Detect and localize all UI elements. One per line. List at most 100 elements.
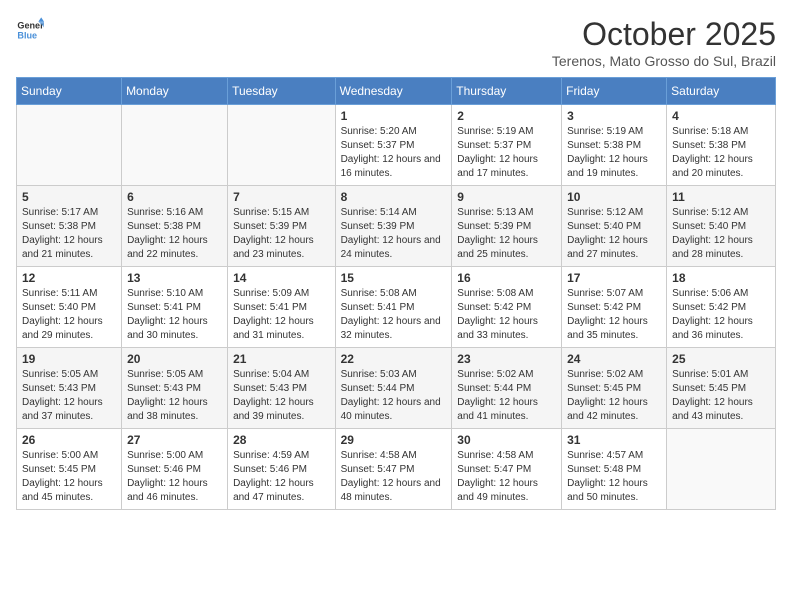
weekday-header-monday: Monday bbox=[122, 78, 228, 105]
day-number: 19 bbox=[22, 352, 116, 366]
weekday-header-thursday: Thursday bbox=[452, 78, 562, 105]
weekday-header-row: SundayMondayTuesdayWednesdayThursdayFrid… bbox=[17, 78, 776, 105]
logo: General Blue bbox=[16, 16, 44, 44]
calendar-cell: 6 Sunrise: 5:16 AMSunset: 5:38 PMDaylight… bbox=[122, 186, 228, 267]
day-number: 6 bbox=[127, 190, 222, 204]
day-info: Sunrise: 5:02 AMSunset: 5:44 PMDaylight:… bbox=[457, 368, 556, 424]
calendar-cell: 29 Sunrise: 4:58 AMSunset: 5:47 PMDayligh… bbox=[335, 429, 452, 510]
weekday-header-friday: Friday bbox=[562, 78, 667, 105]
calendar-cell: 20 Sunrise: 5:05 AMSunset: 5:43 PMDayligh… bbox=[122, 348, 228, 429]
calendar-cell: 4 Sunrise: 5:18 AMSunset: 5:38 PMDaylight… bbox=[667, 105, 776, 186]
weekday-header-sunday: Sunday bbox=[17, 78, 122, 105]
day-info: Sunrise: 5:04 AMSunset: 5:43 PMDaylight:… bbox=[233, 368, 330, 424]
calendar-cell: 8Sunrise: 5:14 AMSunset: 5:39 PMDaylight… bbox=[335, 186, 452, 267]
day-number: 11 bbox=[672, 190, 770, 204]
day-info: Sunrise: 5:20 AMSunset: 5:37 PMDaylight:… bbox=[341, 125, 447, 181]
day-info: Sunrise: 5:02 AMSunset: 5:45 PMDaylight:… bbox=[567, 368, 661, 424]
day-info: Sunrise: 4:58 AMSunset: 5:47 PMDaylight:… bbox=[457, 449, 556, 505]
calendar-cell: 2 Sunrise: 5:19 AMSunset: 5:37 PMDaylight… bbox=[452, 105, 562, 186]
calendar-cell: 28 Sunrise: 4:59 AMSunset: 5:46 PMDayligh… bbox=[228, 429, 336, 510]
day-number: 29 bbox=[341, 433, 447, 447]
calendar-cell: 3 Sunrise: 5:19 AMSunset: 5:38 PMDaylight… bbox=[562, 105, 667, 186]
day-number: 31 bbox=[567, 433, 661, 447]
day-info: Sunrise: 5:00 AMSunset: 5:46 PMDaylight:… bbox=[127, 449, 222, 505]
calendar-cell: 15Sunrise: 5:08 AMSunset: 5:41 PMDayligh… bbox=[335, 267, 452, 348]
day-info: Sunrise: 5:14 AMSunset: 5:39 PMDaylight:… bbox=[341, 206, 447, 262]
day-number: 24 bbox=[567, 352, 661, 366]
calendar-cell: 9 Sunrise: 5:13 AMSunset: 5:39 PMDaylight… bbox=[452, 186, 562, 267]
day-number: 2 bbox=[457, 109, 556, 123]
calendar-cell: 17 Sunrise: 5:07 AMSunset: 5:42 PMDayligh… bbox=[562, 267, 667, 348]
day-info: Sunrise: 5:07 AMSunset: 5:42 PMDaylight:… bbox=[567, 287, 661, 343]
calendar-cell: 30 Sunrise: 4:58 AMSunset: 5:47 PMDayligh… bbox=[452, 429, 562, 510]
day-number: 17 bbox=[567, 271, 661, 285]
day-number: 18 bbox=[672, 271, 770, 285]
day-info: Sunrise: 5:17 AMSunset: 5:38 PMDaylight:… bbox=[22, 206, 116, 262]
day-info: Sunrise: 5:19 AMSunset: 5:38 PMDaylight:… bbox=[567, 125, 661, 181]
day-number: 20 bbox=[127, 352, 222, 366]
day-number: 16 bbox=[457, 271, 556, 285]
calendar-cell: 11 Sunrise: 5:12 AMSunset: 5:40 PMDayligh… bbox=[667, 186, 776, 267]
day-number: 10 bbox=[567, 190, 661, 204]
day-number: 5 bbox=[22, 190, 116, 204]
day-number: 9 bbox=[457, 190, 556, 204]
day-number: 27 bbox=[127, 433, 222, 447]
month-title: October 2025 bbox=[552, 16, 776, 53]
day-info: Sunrise: 4:59 AMSunset: 5:46 PMDaylight:… bbox=[233, 449, 330, 505]
day-number: 21 bbox=[233, 352, 330, 366]
day-number: 30 bbox=[457, 433, 556, 447]
calendar-week-row: 19 Sunrise: 5:05 AMSunset: 5:43 PMDayligh… bbox=[17, 348, 776, 429]
day-number: 26 bbox=[22, 433, 116, 447]
day-info: Sunrise: 5:05 AMSunset: 5:43 PMDaylight:… bbox=[22, 368, 116, 424]
calendar-cell: 23 Sunrise: 5:02 AMSunset: 5:44 PMDayligh… bbox=[452, 348, 562, 429]
calendar-cell: 16 Sunrise: 5:08 AMSunset: 5:42 PMDayligh… bbox=[452, 267, 562, 348]
day-info: Sunrise: 5:13 AMSunset: 5:39 PMDaylight:… bbox=[457, 206, 556, 262]
day-number: 14 bbox=[233, 271, 330, 285]
day-number: 4 bbox=[672, 109, 770, 123]
day-info: Sunrise: 5:12 AMSunset: 5:40 PMDaylight:… bbox=[567, 206, 661, 262]
calendar-cell: 27 Sunrise: 5:00 AMSunset: 5:46 PMDayligh… bbox=[122, 429, 228, 510]
day-info: Sunrise: 5:12 AMSunset: 5:40 PMDaylight:… bbox=[672, 206, 770, 262]
calendar-cell: 22 Sunrise: 5:03 AMSunset: 5:44 PMDayligh… bbox=[335, 348, 452, 429]
title-block: October 2025 Terenos, Mato Grosso do Sul… bbox=[552, 16, 776, 69]
calendar-cell: 10 Sunrise: 5:12 AMSunset: 5:40 PMDayligh… bbox=[562, 186, 667, 267]
day-number: 1 bbox=[341, 109, 447, 123]
day-info: Sunrise: 5:08 AMSunset: 5:42 PMDaylight:… bbox=[457, 287, 556, 343]
day-number: 28 bbox=[233, 433, 330, 447]
day-number: 25 bbox=[672, 352, 770, 366]
calendar-week-row: 5 Sunrise: 5:17 AMSunset: 5:38 PMDaylight… bbox=[17, 186, 776, 267]
calendar-cell bbox=[17, 105, 122, 186]
day-number: 22 bbox=[341, 352, 447, 366]
calendar-cell: 5 Sunrise: 5:17 AMSunset: 5:38 PMDaylight… bbox=[17, 186, 122, 267]
day-number: 3 bbox=[567, 109, 661, 123]
day-info: Sunrise: 5:09 AMSunset: 5:41 PMDaylight:… bbox=[233, 287, 330, 343]
day-info: Sunrise: 5:00 AMSunset: 5:45 PMDaylight:… bbox=[22, 449, 116, 505]
calendar-cell: 7Sunrise: 5:15 AMSunset: 5:39 PMDaylight… bbox=[228, 186, 336, 267]
day-info: Sunrise: 5:05 AMSunset: 5:43 PMDaylight:… bbox=[127, 368, 222, 424]
page-header: General Blue October 2025 Terenos, Mato … bbox=[16, 16, 776, 69]
day-info: Sunrise: 5:08 AMSunset: 5:41 PMDaylight:… bbox=[341, 287, 447, 343]
calendar-week-row: 12 Sunrise: 5:11 AMSunset: 5:40 PMDayligh… bbox=[17, 267, 776, 348]
calendar-cell bbox=[122, 105, 228, 186]
day-number: 13 bbox=[127, 271, 222, 285]
calendar-cell: 18 Sunrise: 5:06 AMSunset: 5:42 PMDayligh… bbox=[667, 267, 776, 348]
day-info: Sunrise: 5:16 AMSunset: 5:38 PMDaylight:… bbox=[127, 206, 222, 262]
day-info: Sunrise: 5:11 AMSunset: 5:40 PMDaylight:… bbox=[22, 287, 116, 343]
calendar-cell: 24 Sunrise: 5:02 AMSunset: 5:45 PMDayligh… bbox=[562, 348, 667, 429]
location: Terenos, Mato Grosso do Sul, Brazil bbox=[552, 53, 776, 69]
day-info: Sunrise: 5:15 AMSunset: 5:39 PMDaylight:… bbox=[233, 206, 330, 262]
day-info: Sunrise: 4:58 AMSunset: 5:47 PMDaylight:… bbox=[341, 449, 447, 505]
day-number: 12 bbox=[22, 271, 116, 285]
calendar-cell: 31Sunrise: 4:57 AMSunset: 5:48 PMDayligh… bbox=[562, 429, 667, 510]
day-info: Sunrise: 5:18 AMSunset: 5:38 PMDaylight:… bbox=[672, 125, 770, 181]
calendar-cell: 19 Sunrise: 5:05 AMSunset: 5:43 PMDayligh… bbox=[17, 348, 122, 429]
day-info: Sunrise: 5:06 AMSunset: 5:42 PMDaylight:… bbox=[672, 287, 770, 343]
day-info: Sunrise: 5:03 AMSunset: 5:44 PMDaylight:… bbox=[341, 368, 447, 424]
logo-icon: General Blue bbox=[16, 16, 44, 44]
day-number: 23 bbox=[457, 352, 556, 366]
day-info: Sunrise: 5:10 AMSunset: 5:41 PMDaylight:… bbox=[127, 287, 222, 343]
day-info: Sunrise: 5:19 AMSunset: 5:37 PMDaylight:… bbox=[457, 125, 556, 181]
svg-text:Blue: Blue bbox=[17, 30, 37, 40]
calendar-table: SundayMondayTuesdayWednesdayThursdayFrid… bbox=[16, 77, 776, 510]
calendar-cell: 1 Sunrise: 5:20 AMSunset: 5:37 PMDaylight… bbox=[335, 105, 452, 186]
